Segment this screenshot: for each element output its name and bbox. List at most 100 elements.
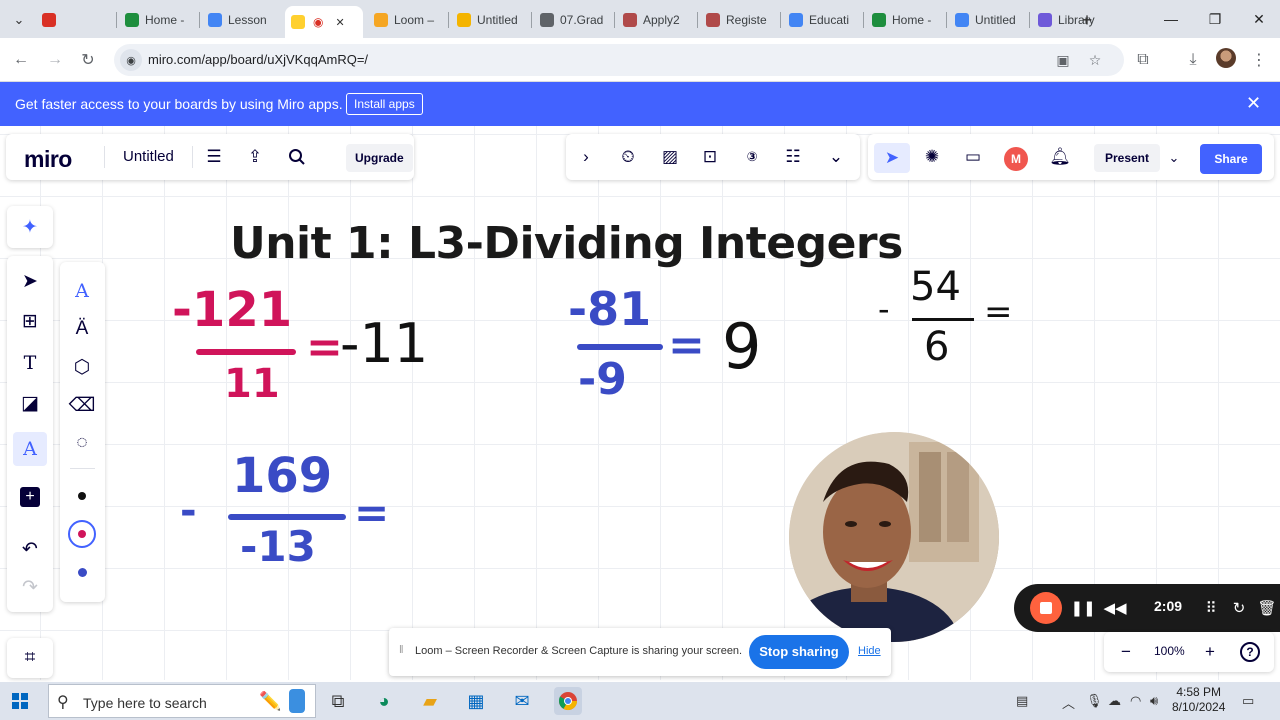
browser-tab[interactable]: 07.Grad: [534, 6, 612, 34]
zoom-in-icon[interactable]: +: [1198, 640, 1222, 664]
upgrade-button[interactable]: Upgrade: [346, 144, 413, 172]
new-tab-plus-icon[interactable]: +: [1076, 9, 1098, 31]
browser-tab[interactable]: Untitled: [949, 6, 1027, 34]
pause-icon[interactable]: ❚❚: [1070, 596, 1095, 620]
notes-list-icon[interactable]: ☷: [781, 145, 805, 169]
zoom-level[interactable]: 100%: [1154, 644, 1185, 658]
clipboard-icon[interactable]: ▣: [1054, 51, 1072, 69]
board-title[interactable]: Untitled: [123, 148, 174, 165]
restart-icon[interactable]: ↻: [1228, 596, 1250, 620]
board-heading[interactable]: Unit 1: L3-Dividing Integers: [230, 218, 903, 269]
task-view-icon[interactable]: ⧉: [324, 687, 352, 715]
restart-rewind-icon[interactable]: ◀◀: [1103, 596, 1126, 620]
pen-color-red-selected[interactable]: [68, 520, 96, 548]
templates-icon[interactable]: ⊞: [17, 308, 43, 334]
chevron-right-icon[interactable]: ›: [574, 145, 598, 169]
search-icon[interactable]: [285, 145, 309, 169]
browser-tab[interactable]: ◉ ✕: [285, 6, 363, 38]
zoom-out-icon[interactable]: −: [1114, 640, 1138, 664]
close-window-icon[interactable]: ✕: [1244, 8, 1274, 30]
browser-tab[interactable]: Home -: [119, 6, 197, 34]
chrome-icon[interactable]: [554, 687, 582, 715]
trash-icon[interactable]: 🗑︎: [1256, 596, 1278, 620]
pen-icon[interactable]: A: [69, 278, 95, 304]
omnibox[interactable]: ◉ miro.com/app/board/uXjVKqqAmRQ=/ ▣ ☆: [114, 44, 1124, 76]
edge-browser-icon[interactable]: ◕: [370, 687, 398, 715]
volume-icon[interactable]: 🔊︎: [1150, 693, 1158, 709]
reload-icon[interactable]: ↻: [77, 49, 99, 71]
user-avatar[interactable]: M: [1004, 147, 1028, 171]
present-options-chevron-icon[interactable]: ⌄: [1162, 146, 1186, 170]
share-button[interactable]: Share: [1200, 144, 1262, 174]
more-chevron-down-icon[interactable]: ⌄: [824, 145, 848, 169]
reactions-icon[interactable]: ▨: [658, 145, 682, 169]
browser-tab[interactable]: Registe: [700, 6, 778, 34]
minimize-icon[interactable]: —: [1156, 8, 1186, 30]
notifications-icon[interactable]: ▭: [1242, 693, 1254, 709]
microphone-icon[interactable]: 🎙︎: [1086, 693, 1103, 709]
comment-icon[interactable]: ▭: [961, 145, 985, 169]
hamburger-menu-icon[interactable]: ☰: [202, 145, 226, 169]
miro-board-canvas[interactable]: miro Untitled ☰ ⇪ Upgrade › ⏲ ▨ ⊡ ③ ☷ ⌄ …: [0, 126, 1280, 680]
profile-avatar[interactable]: [1216, 48, 1236, 68]
kebab-menu-icon[interactable]: ⋮: [1248, 49, 1270, 71]
mail-icon[interactable]: ✉: [508, 687, 536, 715]
browser-tab[interactable]: Educati: [783, 6, 861, 34]
frames-icon[interactable]: ⌗: [17, 645, 43, 671]
keyboard-tray-icon[interactable]: ▤: [1016, 693, 1028, 709]
voting-icon[interactable]: ③: [740, 145, 764, 169]
banner-close-icon[interactable]: ✕: [1246, 93, 1261, 114]
site-info-icon[interactable]: ◉: [120, 49, 142, 71]
tab-search-chevron-icon[interactable]: ⌄: [8, 9, 30, 31]
notification-bell-icon[interactable]: 🔔︎: [1048, 145, 1072, 169]
timer-icon[interactable]: ⏲: [616, 145, 640, 169]
microsoft-store-icon[interactable]: ▦: [462, 687, 490, 715]
taskbar-clock[interactable]: 4:58 PM 8/10/2024: [1172, 685, 1225, 715]
browser-tab[interactable]: Library: [1032, 6, 1110, 34]
stop-sharing-button[interactable]: Stop sharing: [749, 635, 849, 669]
browser-tab[interactable]: Home -: [866, 6, 944, 34]
loom-webcam-bubble[interactable]: [789, 432, 999, 642]
pen-color-blue[interactable]: [68, 558, 96, 586]
redo-icon[interactable]: ↷: [17, 574, 43, 600]
hide-link[interactable]: Hide: [858, 645, 881, 657]
bookmark-star-icon[interactable]: ☆: [1086, 51, 1104, 69]
download-icon[interactable]: ⤓: [1182, 49, 1204, 71]
highlighter-icon[interactable]: Ä: [69, 316, 95, 342]
shape-pen-icon[interactable]: ⬡: [69, 354, 95, 380]
cloud-icon[interactable]: ☁: [1108, 693, 1121, 709]
drag-handle-icon[interactable]: ⠿: [1200, 596, 1222, 620]
text-tool-icon[interactable]: T: [17, 350, 43, 376]
sticky-note-icon[interactable]: ◪: [17, 390, 43, 416]
eraser-icon[interactable]: ⌫: [69, 392, 96, 418]
url-text[interactable]: miro.com/app/board/uXjVKqqAmRQ=/: [148, 52, 368, 67]
lasso-icon[interactable]: ◌: [69, 430, 95, 456]
file-explorer-icon[interactable]: ▰: [416, 687, 444, 715]
add-more-plus-icon[interactable]: +: [20, 487, 40, 507]
present-button[interactable]: Present: [1094, 144, 1160, 172]
extensions-puzzle-icon[interactable]: ⧉: [1132, 49, 1154, 71]
browser-tab[interactable]: Untitled: [451, 6, 529, 34]
restore-window-icon[interactable]: ❐: [1200, 8, 1230, 30]
help-icon[interactable]: ?: [1240, 642, 1260, 662]
wifi-icon[interactable]: ◠: [1130, 693, 1141, 709]
browser-tab[interactable]: [36, 6, 114, 34]
windows-start-icon[interactable]: [12, 693, 28, 709]
drag-grip-icon[interactable]: ‖: [399, 644, 404, 656]
miro-logo[interactable]: miro: [24, 146, 72, 173]
export-upload-icon[interactable]: ⇪: [243, 145, 267, 169]
pen-color-black[interactable]: [68, 482, 96, 510]
celebrate-icon[interactable]: ✺: [920, 145, 944, 169]
cursor-reactions-icon[interactable]: ➤: [874, 143, 910, 173]
browser-tab[interactable]: Apply2: [617, 6, 695, 34]
tray-chevron-up-icon[interactable]: ︿: [1062, 693, 1075, 712]
taskbar-search-box[interactable]: ⚲ Type here to search ✏️: [48, 684, 316, 718]
stop-recording-button[interactable]: [1030, 592, 1062, 624]
select-cursor-icon[interactable]: ➤: [17, 268, 43, 294]
back-arrow-icon[interactable]: ←: [10, 49, 32, 71]
undo-icon[interactable]: ↶: [17, 536, 43, 562]
forward-arrow-icon[interactable]: →: [44, 49, 66, 71]
focus-frame-icon[interactable]: ⊡: [698, 145, 722, 169]
pen-tool-icon[interactable]: A: [13, 432, 47, 466]
browser-tab[interactable]: Loom –: [368, 6, 446, 34]
